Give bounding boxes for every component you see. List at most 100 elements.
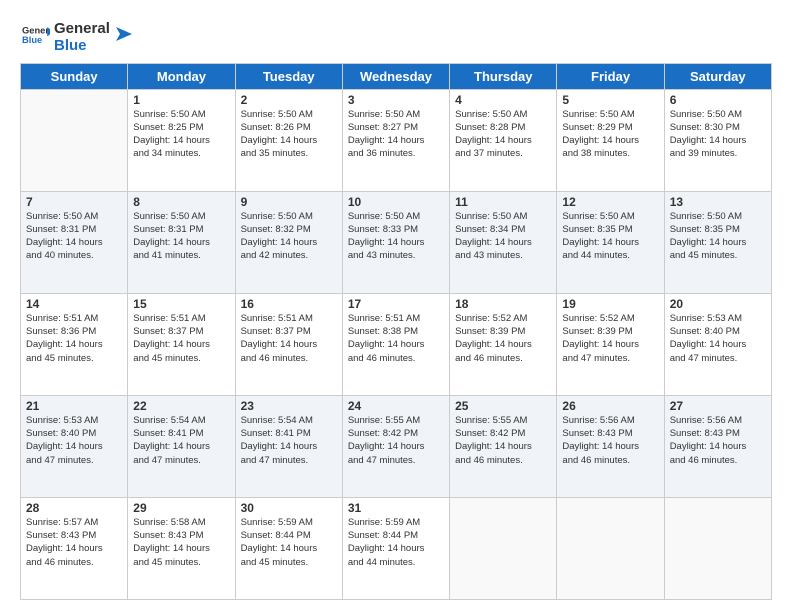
day-info: Sunrise: 5:51 AMSunset: 8:37 PMDaylight:… (133, 312, 229, 365)
calendar-week-row: 14Sunrise: 5:51 AMSunset: 8:36 PMDayligh… (21, 293, 772, 395)
calendar-day-cell: 7Sunrise: 5:50 AMSunset: 8:31 PMDaylight… (21, 191, 128, 293)
calendar-week-row: 1Sunrise: 5:50 AMSunset: 8:25 PMDaylight… (21, 89, 772, 191)
day-number: 23 (241, 399, 337, 413)
day-info: Sunrise: 5:50 AMSunset: 8:35 PMDaylight:… (670, 210, 766, 263)
day-number: 21 (26, 399, 122, 413)
calendar-day-cell: 25Sunrise: 5:55 AMSunset: 8:42 PMDayligh… (450, 395, 557, 497)
day-info: Sunrise: 5:57 AMSunset: 8:43 PMDaylight:… (26, 516, 122, 569)
day-info: Sunrise: 5:50 AMSunset: 8:29 PMDaylight:… (562, 108, 658, 161)
day-number: 28 (26, 501, 122, 515)
calendar-day-cell: 13Sunrise: 5:50 AMSunset: 8:35 PMDayligh… (664, 191, 771, 293)
day-info: Sunrise: 5:59 AMSunset: 8:44 PMDaylight:… (241, 516, 337, 569)
day-info: Sunrise: 5:50 AMSunset: 8:26 PMDaylight:… (241, 108, 337, 161)
calendar-day-cell: 21Sunrise: 5:53 AMSunset: 8:40 PMDayligh… (21, 395, 128, 497)
day-number: 2 (241, 93, 337, 107)
day-number: 19 (562, 297, 658, 311)
calendar-day-cell: 5Sunrise: 5:50 AMSunset: 8:29 PMDaylight… (557, 89, 664, 191)
day-number: 31 (348, 501, 444, 515)
day-number: 14 (26, 297, 122, 311)
day-number: 29 (133, 501, 229, 515)
calendar-day-cell: 23Sunrise: 5:54 AMSunset: 8:41 PMDayligh… (235, 395, 342, 497)
day-number: 5 (562, 93, 658, 107)
calendar-day-cell: 10Sunrise: 5:50 AMSunset: 8:33 PMDayligh… (342, 191, 449, 293)
day-number: 16 (241, 297, 337, 311)
day-info: Sunrise: 5:51 AMSunset: 8:37 PMDaylight:… (241, 312, 337, 365)
day-info: Sunrise: 5:50 AMSunset: 8:34 PMDaylight:… (455, 210, 551, 263)
calendar-day-cell: 24Sunrise: 5:55 AMSunset: 8:42 PMDayligh… (342, 395, 449, 497)
day-info: Sunrise: 5:55 AMSunset: 8:42 PMDaylight:… (455, 414, 551, 467)
day-info: Sunrise: 5:50 AMSunset: 8:25 PMDaylight:… (133, 108, 229, 161)
calendar-day-cell: 1Sunrise: 5:50 AMSunset: 8:25 PMDaylight… (128, 89, 235, 191)
calendar-day-cell: 26Sunrise: 5:56 AMSunset: 8:43 PMDayligh… (557, 395, 664, 497)
day-info: Sunrise: 5:52 AMSunset: 8:39 PMDaylight:… (455, 312, 551, 365)
day-info: Sunrise: 5:59 AMSunset: 8:44 PMDaylight:… (348, 516, 444, 569)
calendar-day-cell (21, 89, 128, 191)
calendar-day-cell (450, 497, 557, 599)
calendar-day-cell: 22Sunrise: 5:54 AMSunset: 8:41 PMDayligh… (128, 395, 235, 497)
calendar-week-row: 28Sunrise: 5:57 AMSunset: 8:43 PMDayligh… (21, 497, 772, 599)
day-info: Sunrise: 5:56 AMSunset: 8:43 PMDaylight:… (670, 414, 766, 467)
day-info: Sunrise: 5:50 AMSunset: 8:31 PMDaylight:… (26, 210, 122, 263)
day-info: Sunrise: 5:50 AMSunset: 8:31 PMDaylight:… (133, 210, 229, 263)
day-info: Sunrise: 5:50 AMSunset: 8:35 PMDaylight:… (562, 210, 658, 263)
weekday-header: Wednesday (342, 63, 449, 89)
day-number: 13 (670, 195, 766, 209)
calendar-day-cell: 6Sunrise: 5:50 AMSunset: 8:30 PMDaylight… (664, 89, 771, 191)
logo-icon: General Blue (22, 21, 50, 49)
logo-arrow-icon (112, 23, 134, 45)
calendar-day-cell: 17Sunrise: 5:51 AMSunset: 8:38 PMDayligh… (342, 293, 449, 395)
calendar-day-cell: 16Sunrise: 5:51 AMSunset: 8:37 PMDayligh… (235, 293, 342, 395)
calendar-day-cell: 30Sunrise: 5:59 AMSunset: 8:44 PMDayligh… (235, 497, 342, 599)
day-number: 24 (348, 399, 444, 413)
calendar-day-cell: 9Sunrise: 5:50 AMSunset: 8:32 PMDaylight… (235, 191, 342, 293)
calendar-day-cell: 28Sunrise: 5:57 AMSunset: 8:43 PMDayligh… (21, 497, 128, 599)
day-number: 6 (670, 93, 766, 107)
day-number: 30 (241, 501, 337, 515)
weekday-header: Sunday (21, 63, 128, 89)
calendar-day-cell: 4Sunrise: 5:50 AMSunset: 8:28 PMDaylight… (450, 89, 557, 191)
day-number: 18 (455, 297, 551, 311)
calendar-day-cell: 12Sunrise: 5:50 AMSunset: 8:35 PMDayligh… (557, 191, 664, 293)
calendar-week-row: 7Sunrise: 5:50 AMSunset: 8:31 PMDaylight… (21, 191, 772, 293)
weekday-header: Thursday (450, 63, 557, 89)
day-number: 4 (455, 93, 551, 107)
calendar-day-cell: 2Sunrise: 5:50 AMSunset: 8:26 PMDaylight… (235, 89, 342, 191)
logo-line2: Blue (54, 37, 110, 54)
day-number: 17 (348, 297, 444, 311)
weekday-header: Monday (128, 63, 235, 89)
calendar-day-cell: 3Sunrise: 5:50 AMSunset: 8:27 PMDaylight… (342, 89, 449, 191)
day-info: Sunrise: 5:50 AMSunset: 8:33 PMDaylight:… (348, 210, 444, 263)
day-number: 8 (133, 195, 229, 209)
calendar-day-cell (557, 497, 664, 599)
page: General Blue General Blue SundayMondayTu… (0, 0, 792, 612)
calendar-day-cell: 19Sunrise: 5:52 AMSunset: 8:39 PMDayligh… (557, 293, 664, 395)
day-number: 3 (348, 93, 444, 107)
calendar-day-cell: 27Sunrise: 5:56 AMSunset: 8:43 PMDayligh… (664, 395, 771, 497)
weekday-header: Saturday (664, 63, 771, 89)
day-number: 26 (562, 399, 658, 413)
weekday-header: Friday (557, 63, 664, 89)
day-number: 9 (241, 195, 337, 209)
day-number: 12 (562, 195, 658, 209)
logo-line1: General (54, 20, 110, 37)
calendar-header-row: SundayMondayTuesdayWednesdayThursdayFrid… (21, 63, 772, 89)
day-number: 22 (133, 399, 229, 413)
header: General Blue General Blue (20, 16, 772, 55)
day-number: 20 (670, 297, 766, 311)
calendar-day-cell: 11Sunrise: 5:50 AMSunset: 8:34 PMDayligh… (450, 191, 557, 293)
calendar-table: SundayMondayTuesdayWednesdayThursdayFrid… (20, 63, 772, 601)
logo: General Blue General Blue (20, 20, 134, 55)
calendar-day-cell (664, 497, 771, 599)
day-number: 25 (455, 399, 551, 413)
calendar-day-cell: 14Sunrise: 5:51 AMSunset: 8:36 PMDayligh… (21, 293, 128, 395)
day-info: Sunrise: 5:51 AMSunset: 8:36 PMDaylight:… (26, 312, 122, 365)
calendar-day-cell: 15Sunrise: 5:51 AMSunset: 8:37 PMDayligh… (128, 293, 235, 395)
day-number: 1 (133, 93, 229, 107)
svg-text:General: General (22, 25, 50, 35)
weekday-header: Tuesday (235, 63, 342, 89)
day-info: Sunrise: 5:55 AMSunset: 8:42 PMDaylight:… (348, 414, 444, 467)
calendar-day-cell: 18Sunrise: 5:52 AMSunset: 8:39 PMDayligh… (450, 293, 557, 395)
calendar-day-cell: 29Sunrise: 5:58 AMSunset: 8:43 PMDayligh… (128, 497, 235, 599)
day-info: Sunrise: 5:50 AMSunset: 8:30 PMDaylight:… (670, 108, 766, 161)
day-number: 15 (133, 297, 229, 311)
